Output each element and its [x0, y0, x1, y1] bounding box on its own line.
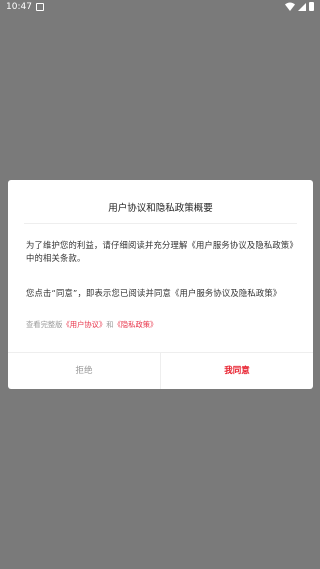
dialog-paragraph-1: 为了维护您的利益，请仔细阅读并充分理解《用户服务协议及隐私政策》中的相关条款。: [26, 240, 294, 263]
privacy-policy-link[interactable]: 《隐私政策》: [114, 320, 158, 329]
links-prefix: 查看完整版: [26, 320, 63, 329]
signal-icon: [298, 2, 306, 11]
links-conjunction: 和: [106, 320, 114, 329]
notification-icon: [35, 3, 44, 11]
status-right: [285, 2, 314, 11]
battery-icon: [309, 2, 314, 11]
wifi-icon: [285, 2, 295, 11]
status-time: 10:47: [6, 2, 32, 12]
user-agreement-link[interactable]: 《用户协议》: [62, 320, 106, 329]
privacy-dialog: 用户协议和隐私政策概要 为了维护您的利益，请仔细阅读并充分理解《用户服务协议及隐…: [8, 180, 313, 389]
agree-button[interactable]: 我同意: [161, 353, 313, 389]
reject-button[interactable]: 拒绝: [8, 353, 160, 389]
dialog-title: 用户协议和隐私政策概要: [108, 203, 213, 214]
status-left: 10:47: [6, 0, 44, 14]
title-divider: [24, 223, 297, 224]
policy-links-line: 查看完整版《用户协议》和《隐私政策》: [26, 320, 157, 330]
dialog-paragraph-2: 您点击“同意”，即表示您已阅读并同意《用户服务协议及隐私政策》: [26, 288, 282, 298]
status-bar: 10:47: [0, 0, 320, 14]
